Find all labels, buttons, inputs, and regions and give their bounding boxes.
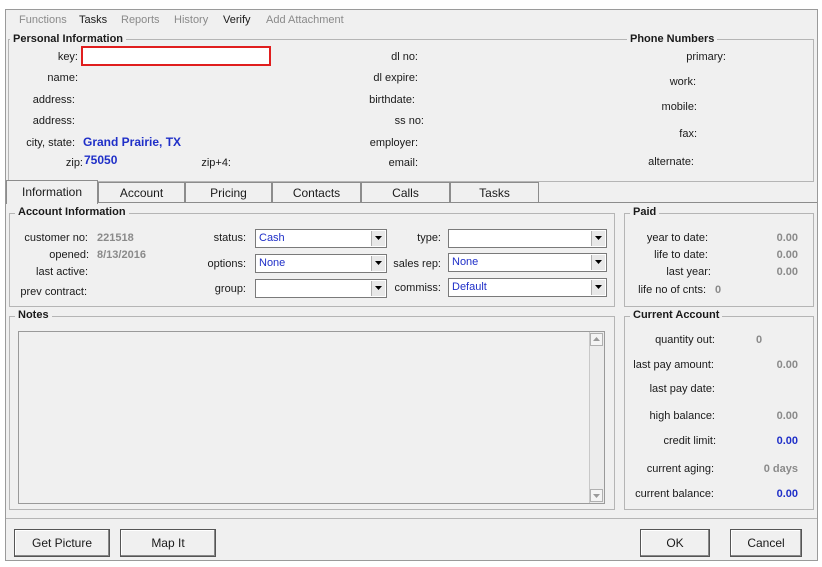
status-select[interactable]: Cash [255,229,387,248]
group-label: group: [214,283,246,295]
customer-no-value: 221518 [97,232,134,244]
credit-limit-value: 0.00 [776,435,798,447]
ok-button[interactable]: OK [640,529,710,557]
type-label: type: [417,232,441,244]
last-year-value: 0.00 [776,266,798,278]
mobile-label: mobile: [661,101,697,113]
ss-no-label: ss no: [394,115,424,127]
cancel-button[interactable]: Cancel [730,529,802,557]
high-balance-value: 0.00 [776,410,798,422]
type-select[interactable] [448,229,607,248]
key-input[interactable] [81,46,271,66]
ytd-value: 0.00 [776,232,798,244]
tab-information[interactable]: Information [6,180,98,204]
current-aging-label: current aging: [646,463,714,475]
tab-account[interactable]: Account [98,182,185,202]
opened-label: opened: [49,249,89,261]
tab-calls[interactable]: Calls [361,182,450,202]
birthdate-label: birthdate: [369,94,415,106]
customer-window: Functions Tasks Reports History Verify A… [5,9,818,561]
tab-tasks[interactable]: Tasks [450,182,539,202]
fax-label: fax: [679,128,697,140]
sales-rep-label: sales rep: [393,258,441,270]
options-value: None [259,257,286,269]
tab-contacts[interactable]: Contacts [272,182,361,202]
current-aging-value: 0 days [763,463,798,475]
work-label: work: [669,76,696,88]
city-state-label: city, state: [26,137,75,149]
scroll-up-icon[interactable] [590,333,603,346]
primary-label: primary: [686,51,726,63]
email-label: email: [388,157,418,169]
options-select[interactable]: None [255,254,387,273]
last-pay-amount-label: last pay amount: [633,359,714,371]
notes-textarea[interactable] [18,331,605,504]
last-year-label: last year: [666,266,711,278]
cnts-value: 0 [715,284,722,296]
tab-pricing[interactable]: Pricing [185,182,272,202]
status-value: Cash [259,232,285,244]
menu-functions[interactable]: Functions [19,14,67,26]
sales-rep-value: None [452,256,479,268]
ltd-value: 0.00 [776,249,798,261]
paid-title: Paid [630,206,660,218]
ytd-label: year to date: [646,232,708,244]
dl-expire-label: dl expire: [373,72,418,84]
last-pay-date-label: last pay date: [649,383,715,395]
qty-out-value: 0 [756,334,763,346]
chevron-down-icon[interactable] [371,231,385,246]
high-balance-label: high balance: [649,410,715,422]
address1-label: address: [32,94,75,106]
qty-out-label: quantity out: [655,334,715,346]
menu-tasks[interactable]: Tasks [79,14,107,26]
zip-value: 75050 [84,153,118,167]
chevron-down-icon[interactable] [591,255,605,270]
notes-title: Notes [15,309,52,321]
opened-value: 8/13/2016 [97,249,146,261]
group-select[interactable] [255,279,387,298]
current-balance-value: 0.00 [776,488,798,500]
options-label: options: [207,258,246,270]
commiss-select[interactable]: Default [448,278,607,297]
personal-info-title: Personal Information [10,33,127,45]
last-active-label: last active: [36,266,88,278]
chevron-down-icon[interactable] [371,281,385,296]
current-account-title: Current Account [630,309,723,321]
current-balance-label: current balance: [635,488,714,500]
last-pay-amount-value: 0.00 [776,359,798,371]
phone-numbers-title: Phone Numbers [627,33,718,45]
menu-verify[interactable]: Verify [223,14,251,26]
chevron-down-icon[interactable] [591,280,605,295]
name-label: name: [47,72,78,84]
status-label: status: [213,232,246,244]
commiss-value: Default [452,281,487,293]
employer-label: employer: [369,137,418,149]
ltd-label: life to date: [654,249,708,261]
zip4-label: zip+4: [201,157,231,169]
menu-reports[interactable]: Reports [121,14,160,26]
commiss-label: commiss: [394,282,441,294]
credit-limit-label: credit limit: [663,435,716,447]
zip-label: zip: [65,157,83,169]
key-label: key: [57,51,78,63]
address2-label: address: [32,115,75,127]
account-info-title: Account Information [15,206,129,218]
menu-history[interactable]: History [174,14,208,26]
dl-no-label: dl no: [391,51,418,63]
get-picture-button[interactable]: Get Picture [14,529,110,557]
customer-no-label: customer no: [24,232,88,244]
cnts-label: life no of cnts: [638,284,706,296]
sales-rep-select[interactable]: None [448,253,607,272]
tab-baseline [6,202,817,203]
scroll-down-icon[interactable] [590,489,603,502]
notes-scrollbar[interactable] [589,332,604,503]
alternate-label: alternate: [648,156,694,168]
prev-contract-label: prev contract: [20,286,87,298]
city-state-value: Grand Prairie, TX [83,135,182,149]
bottom-divider [6,518,817,519]
chevron-down-icon[interactable] [591,231,605,246]
chevron-down-icon[interactable] [371,256,385,271]
menu-add-attachment[interactable]: Add Attachment [266,14,344,26]
map-it-button[interactable]: Map It [120,529,216,557]
